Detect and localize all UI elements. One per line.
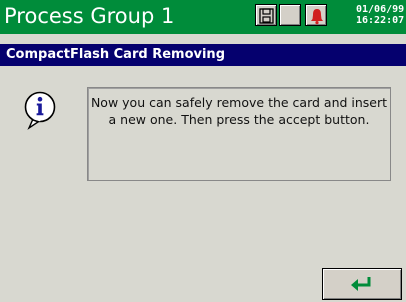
dialog-message: Now you can safely remove the card and i… bbox=[90, 95, 388, 127]
blank-button[interactable] bbox=[279, 4, 301, 26]
alarm-button[interactable] bbox=[305, 4, 327, 26]
header-bar: Process Group 1 01/06/99 16:22:07 bbox=[0, 0, 406, 34]
date-time-display: 01/06/99 16:22:07 bbox=[356, 4, 404, 26]
info-icon bbox=[24, 91, 56, 130]
process-group-title[interactable]: Process Group 1 bbox=[4, 2, 174, 30]
dialog-title: CompactFlash Card Removing bbox=[6, 47, 225, 62]
save-disk-icon bbox=[259, 8, 274, 24]
message-box: Now you can safely remove the card and i… bbox=[87, 87, 391, 181]
accept-button[interactable] bbox=[322, 268, 402, 300]
enter-arrow-icon bbox=[351, 277, 371, 291]
alarm-bell-icon bbox=[311, 9, 323, 25]
date-text: 01/06/99 bbox=[356, 4, 405, 15]
dialog-title-bar: CompactFlash Card Removing bbox=[0, 44, 406, 66]
save-button[interactable] bbox=[255, 4, 277, 26]
time-text: 16:22:07 bbox=[356, 15, 405, 26]
